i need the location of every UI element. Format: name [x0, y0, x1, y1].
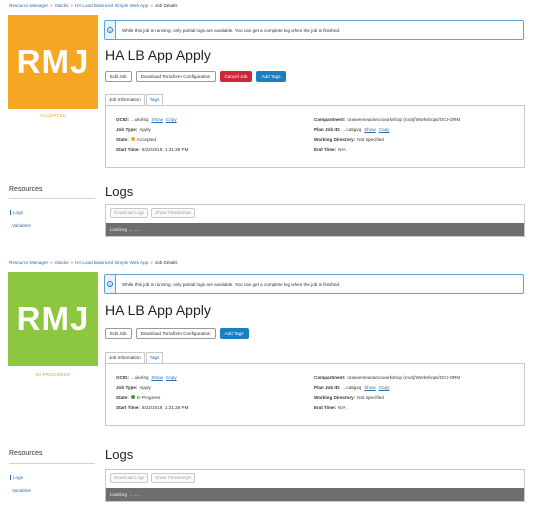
info-notice: i While this job is running, only partia…	[104, 274, 524, 294]
resources-divider	[9, 198, 95, 199]
logs-title: Logs	[105, 447, 134, 462]
start-time-value: 8/22/2019, 1:31:38 PM	[141, 146, 189, 152]
breadcrumb-stacks[interactable]: Stacks	[55, 3, 69, 8]
tab-tags[interactable]: Tags	[145, 352, 164, 363]
resources-divider	[9, 463, 95, 464]
resources-variables-link[interactable]: Variables	[12, 488, 31, 493]
resources-heading: Resources	[9, 186, 43, 193]
tab-job-information[interactable]: Job Information	[105, 94, 145, 105]
plan-job-id-value: ...ca5gvq	[342, 126, 362, 132]
breadcrumb-resource-manager[interactable]: Resource Manager	[9, 260, 48, 265]
state-value: In Progress	[136, 394, 161, 400]
working-directory-value: Not specified	[357, 136, 384, 142]
action-buttons: Edit Job Download Terraform Configuratio…	[105, 71, 286, 82]
page-title: HA LB App Apply	[105, 47, 211, 63]
ocid-copy-link[interactable]: Copy	[166, 117, 177, 122]
show-timestamps-button[interactable]: Show Timestamps	[151, 208, 196, 218]
download-terraform-button[interactable]: Download Terraform Configuration	[135, 71, 216, 82]
ocid-show-link[interactable]: Show	[151, 117, 163, 122]
tab-bar: Job Information Tags	[105, 94, 164, 105]
action-buttons: Edit Job Download Terraform Configuratio…	[105, 328, 249, 339]
download-logs-button[interactable]: Download Logs	[110, 208, 149, 218]
tab-job-information[interactable]: Job Information	[105, 352, 145, 363]
job-type-value: Apply	[139, 126, 151, 132]
job-details-in-progress: Resource Manager» Stacks» HA Load Balanced…	[0, 257, 535, 516]
page-title: HA LB App Apply	[105, 302, 211, 318]
info-notice: i While this job is running, only partia…	[104, 20, 524, 40]
logs-title: Logs	[105, 184, 134, 199]
state-dot-icon	[130, 395, 135, 399]
tab-bar: Job Information Tags	[105, 352, 164, 363]
breadcrumb-current: Job Details	[154, 260, 178, 265]
breadcrumb: Resource Manager» Stacks» HA Load Balanced…	[9, 260, 178, 265]
ocid-copy-link[interactable]: Copy	[166, 375, 177, 380]
plan-job-id-value: ...ca5gvq	[342, 384, 362, 390]
working-directory-value: Not specified	[357, 394, 384, 400]
breadcrumb-stack[interactable]: HA Load Balanced Simple Web App	[75, 3, 148, 8]
job-information-panel: OCID: ...ukvf4q Show Copy Job Type: Apply St…	[105, 363, 525, 426]
cancel-job-button[interactable]: Cancel Job	[219, 71, 253, 82]
add-tags-button[interactable]: Add Tags	[219, 328, 249, 339]
download-logs-button[interactable]: Download Logs	[110, 473, 149, 483]
compartment-value: oraseemeaoseccworkshop (root)/Workshops/…	[347, 116, 461, 122]
logs-panel: Download Logs Show Timestamps Loading ..…	[105, 204, 525, 237]
log-output: Loading .....	[106, 223, 524, 236]
breadcrumb-stack[interactable]: HA Load Balanced Simple Web App	[75, 260, 148, 265]
show-timestamps-button[interactable]: Show Timestamps	[151, 473, 196, 483]
edit-job-button[interactable]: Edit Job	[105, 328, 132, 339]
start-time-value: 8/22/2019, 1:31:38 PM	[141, 404, 189, 410]
job-state-label: ACCEPTED	[39, 113, 67, 118]
end-time-value: N/A	[338, 146, 346, 152]
job-state-label: IN PROGRESS	[35, 372, 71, 377]
edit-job-button[interactable]: Edit Job	[105, 71, 132, 82]
job-logo-text: RMJ	[16, 300, 90, 337]
resources-logs-link[interactable]: Logs	[10, 210, 23, 215]
log-output: Loading .....	[106, 488, 524, 501]
compartment-value: oraseemeaoseccworkshop (root)/Workshops/…	[347, 374, 461, 380]
resources-logs-link[interactable]: Logs	[10, 475, 23, 480]
ocid-value: ...ukvf4q	[131, 116, 149, 122]
ocid-value: ...ukvf4q	[131, 374, 149, 380]
ocid-show-link[interactable]: Show	[151, 375, 163, 380]
plan-show-link[interactable]: Show	[364, 385, 376, 390]
tab-tags[interactable]: Tags	[145, 94, 164, 105]
plan-copy-link[interactable]: Copy	[379, 385, 390, 390]
job-details-accepted: Resource Manager» Stacks» HA Load Balanced…	[0, 0, 535, 257]
job-logo: RMJ	[8, 272, 98, 366]
plan-copy-link[interactable]: Copy	[379, 127, 390, 132]
breadcrumb-current: Job Details	[154, 3, 178, 8]
job-information-panel: OCID: ...ukvf4q Show Copy Job Type: Apply St…	[105, 105, 525, 168]
breadcrumb-resource-manager[interactable]: Resource Manager	[9, 3, 48, 8]
resources-variables-link[interactable]: Variables	[12, 223, 31, 228]
info-icon: i	[107, 27, 113, 33]
notice-text: While this job is running, only partial …	[122, 27, 341, 33]
breadcrumb: Resource Manager» Stacks» HA Load Balanced…	[9, 3, 178, 8]
resources-heading: Resources	[9, 450, 43, 457]
state-dot-icon	[130, 137, 135, 141]
notice-text: While this job is running, only partial …	[122, 281, 341, 287]
logs-panel: Download Logs Show Timestamps Loading ..…	[105, 469, 525, 502]
job-logo: RMJ	[8, 15, 98, 109]
job-type-value: Apply	[139, 384, 151, 390]
end-time-value: N/A	[338, 404, 346, 410]
info-icon: i	[107, 281, 113, 287]
job-logo-text: RMJ	[16, 43, 90, 80]
state-value: Accepted	[136, 136, 156, 142]
download-terraform-button[interactable]: Download Terraform Configuration	[135, 328, 216, 339]
breadcrumb-stacks[interactable]: Stacks	[55, 260, 69, 265]
plan-show-link[interactable]: Show	[364, 127, 376, 132]
add-tags-button[interactable]: Add Tags	[256, 71, 286, 82]
